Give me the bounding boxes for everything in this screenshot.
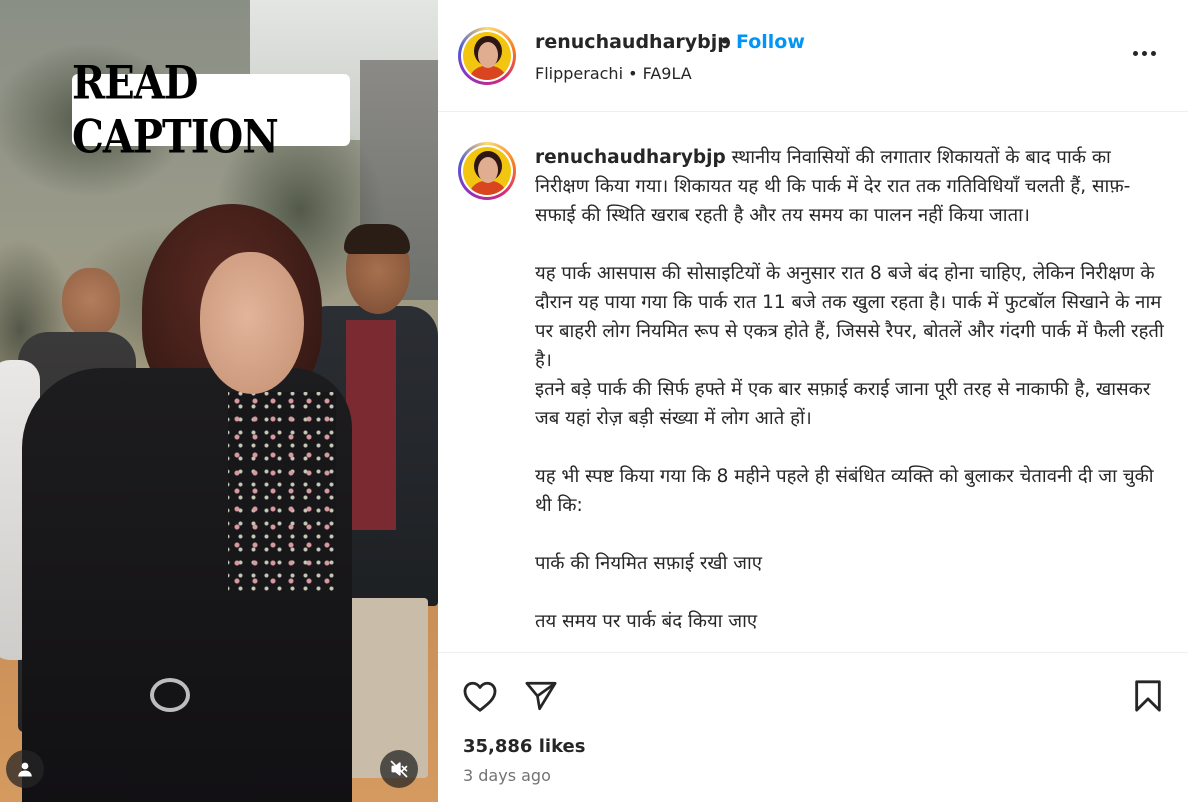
media-person-main — [22, 200, 362, 802]
header-separator: • — [719, 31, 731, 53]
caption-username[interactable]: renuchaudharybjp — [535, 147, 726, 168]
like-button[interactable] — [460, 676, 500, 716]
tagged-people-button[interactable] — [6, 750, 44, 788]
audio-subtitle[interactable]: Flipperachi • FA9LA — [535, 64, 692, 83]
caption-paragraph: इतने बड़े पार्क की सिर्फ हफ्ते में एक बा… — [535, 379, 1151, 429]
read-caption-overlay: READ CAPTION — [72, 56, 350, 164]
caption-author-avatar[interactable] — [458, 142, 516, 200]
caption-section: renuchaudharybjp स्थानीय निवासियों की लग… — [438, 113, 1188, 653]
post-actions-bar — [438, 654, 1188, 734]
post-media[interactable]: READ CAPTION — [0, 0, 438, 802]
caption-paragraph: यह पार्क आसपास की सोसाइटियों के अनुसार र… — [535, 263, 1164, 371]
mute-toggle-button[interactable] — [380, 750, 418, 788]
more-options-button[interactable] — [1124, 38, 1164, 68]
author-avatar[interactable] — [458, 27, 516, 85]
likes-count[interactable]: 35,886 likes — [463, 736, 585, 757]
read-caption-text: READ CAPTION — [72, 55, 279, 165]
speaker-muted-icon — [390, 760, 408, 778]
person-tag-icon — [18, 762, 32, 777]
more-options-icon — [1131, 50, 1158, 56]
post-header: renuchaudharybjp • Follow Flipperachi • … — [438, 0, 1188, 112]
caption-text: renuchaudharybjp स्थानीय निवासियों की लग… — [535, 143, 1165, 652]
heart-icon — [463, 681, 497, 712]
post-timestamp[interactable]: 3 days ago — [463, 766, 551, 785]
paper-plane-icon — [525, 681, 557, 711]
caption-paragraph: यह भी स्पष्ट किया गया कि 8 महीने पहले ही… — [535, 466, 1154, 516]
follow-button[interactable]: Follow — [736, 31, 805, 53]
caption-paragraph: पार्क की नियमित सफ़ाई रखी जाए — [535, 553, 762, 574]
caption-paragraph: तय समय पर पार्क बंद किया जाए — [535, 611, 758, 632]
bookmark-icon — [1135, 680, 1161, 712]
post-details-panel: renuchaudharybjp • Follow Flipperachi • … — [438, 0, 1188, 802]
author-username[interactable]: renuchaudharybjp — [535, 31, 731, 53]
share-button[interactable] — [521, 676, 561, 716]
save-button[interactable] — [1128, 676, 1168, 716]
